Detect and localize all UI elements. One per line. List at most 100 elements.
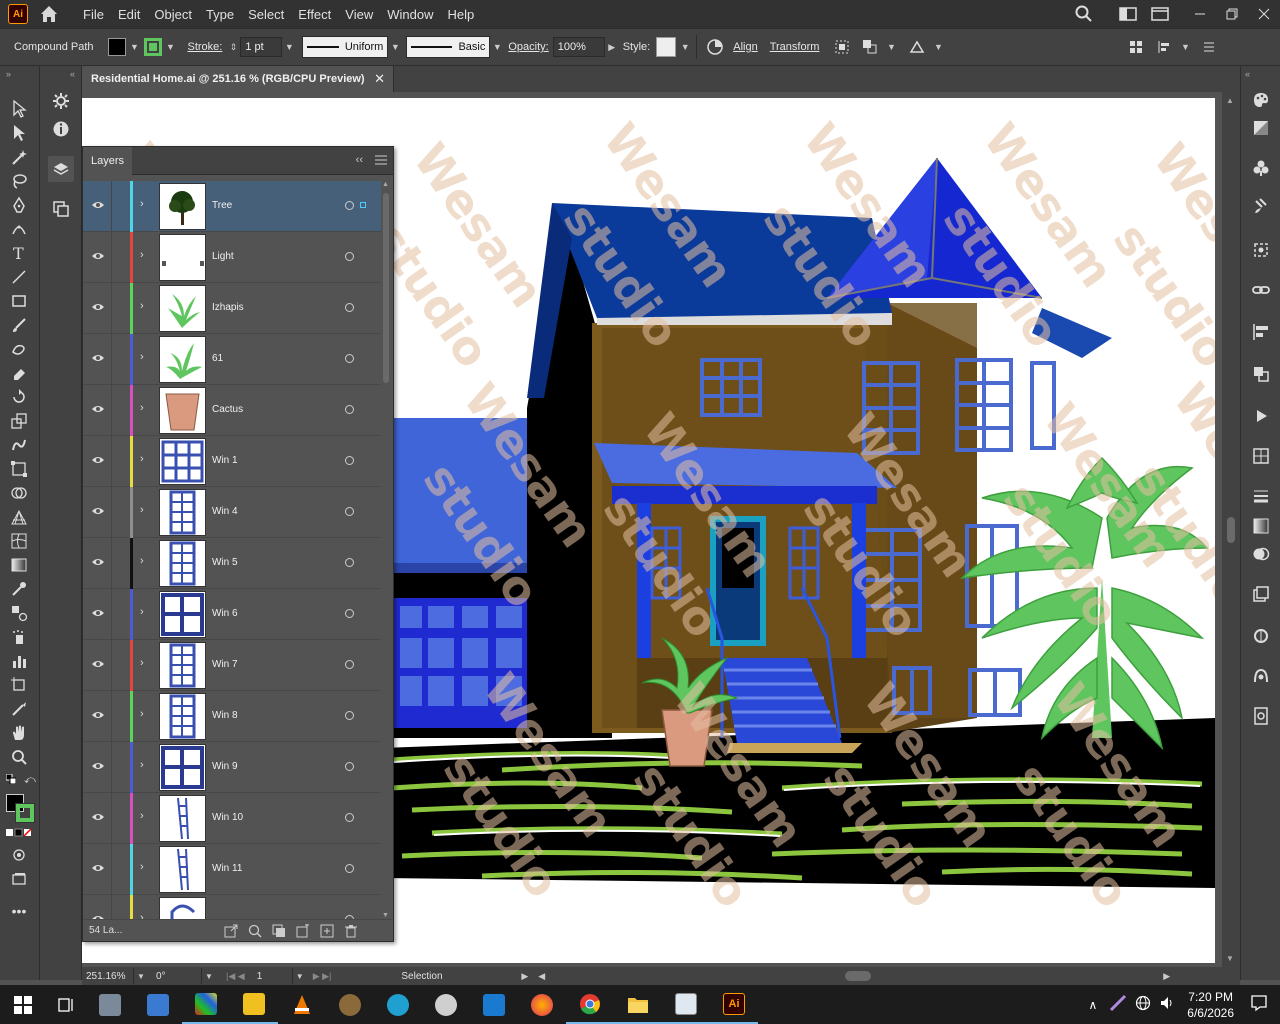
layers-panel-icon[interactable] bbox=[48, 156, 74, 182]
fill-swatch[interactable] bbox=[107, 38, 126, 56]
selection-indicator-icon[interactable] bbox=[360, 202, 366, 208]
target-icon[interactable] bbox=[345, 405, 354, 414]
target-icon[interactable] bbox=[345, 456, 354, 465]
chevron-right-icon[interactable]: › bbox=[140, 555, 150, 569]
menu-effect[interactable]: Effect bbox=[291, 7, 338, 22]
volume-icon[interactable] bbox=[1159, 995, 1175, 1014]
rotation-field[interactable]: 0° bbox=[152, 968, 202, 984]
layer-row[interactable]: › bbox=[83, 895, 381, 919]
new-layer-icon[interactable] bbox=[319, 923, 335, 939]
layer-row[interactable]: › Win 8 bbox=[83, 691, 381, 742]
stroke-swatch[interactable] bbox=[143, 38, 162, 56]
symbols-icon[interactable] bbox=[1251, 240, 1271, 260]
zoom-tool-icon[interactable] bbox=[8, 746, 30, 768]
artboard-nav-first-icon[interactable]: |◀ ◀ bbox=[226, 971, 245, 982]
chevron-right-icon[interactable]: › bbox=[140, 606, 150, 620]
selection-tool-icon[interactable] bbox=[8, 98, 30, 120]
target-icon[interactable] bbox=[345, 252, 354, 261]
layer-name[interactable]: Win 10 bbox=[212, 812, 243, 823]
visibility-eye-icon[interactable] bbox=[91, 249, 105, 263]
chevron-right-icon[interactable]: › bbox=[140, 657, 150, 671]
arrange-documents-icon[interactable] bbox=[1150, 4, 1170, 24]
document-info-icon[interactable] bbox=[1251, 706, 1271, 726]
artboard-number-field[interactable]: 1 bbox=[253, 968, 293, 984]
visibility-eye-icon[interactable] bbox=[91, 912, 105, 919]
layer-name[interactable]: Win 7 bbox=[212, 659, 238, 670]
minimize-icon[interactable] bbox=[1190, 4, 1210, 24]
app-vlc-icon[interactable] bbox=[278, 985, 326, 1024]
chevron-right-icon[interactable]: › bbox=[140, 249, 150, 263]
chevron-down-icon[interactable]: ▼ bbox=[282, 38, 296, 56]
layer-name[interactable]: Win 8 bbox=[212, 710, 238, 721]
transparency-icon[interactable] bbox=[1251, 544, 1271, 564]
gradient-tool-icon[interactable] bbox=[8, 554, 30, 576]
home-icon[interactable] bbox=[38, 3, 60, 25]
warp-tool-icon[interactable] bbox=[8, 434, 30, 456]
target-icon[interactable] bbox=[345, 711, 354, 720]
chevron-right-icon[interactable]: › bbox=[140, 300, 150, 314]
stroke-weight-field[interactable]: 1 pt bbox=[240, 37, 283, 57]
notifications-icon[interactable] bbox=[1250, 994, 1268, 1015]
properties-icon[interactable] bbox=[50, 90, 72, 112]
app-snipping-icon[interactable] bbox=[134, 985, 182, 1024]
target-icon[interactable] bbox=[345, 660, 354, 669]
app-player-icon[interactable] bbox=[230, 985, 278, 1024]
layer-name[interactable]: Win 11 bbox=[212, 863, 242, 874]
panel-menu-icon[interactable] bbox=[1198, 36, 1220, 58]
layers-scrollbar[interactable]: ▲ ▼ bbox=[381, 181, 391, 919]
chevron-right-icon[interactable]: › bbox=[140, 198, 150, 212]
layer-name[interactable]: 61 bbox=[212, 353, 223, 364]
distribute-icon[interactable] bbox=[1153, 36, 1175, 58]
graphic-styles-icon[interactable] bbox=[1251, 626, 1271, 646]
collapse-panel-icon[interactable]: ‹‹ bbox=[356, 154, 363, 166]
target-icon[interactable] bbox=[345, 864, 354, 873]
visibility-eye-icon[interactable] bbox=[91, 555, 105, 569]
gradient-panel-icon[interactable] bbox=[1251, 516, 1271, 536]
layer-row[interactable]: › Win 7 bbox=[83, 640, 381, 691]
paintbrush-tool-icon[interactable] bbox=[8, 314, 30, 336]
layer-row[interactable]: › Light bbox=[83, 232, 381, 283]
app-gimp-icon[interactable] bbox=[326, 985, 374, 1024]
status-menu-arrow-icon[interactable]: ▶ bbox=[521, 971, 528, 982]
menu-object[interactable]: Object bbox=[147, 7, 199, 22]
stroke-stepper-icon[interactable]: ⇕ bbox=[226, 38, 240, 56]
layer-row[interactable]: › Win 10 bbox=[83, 793, 381, 844]
layer-row[interactable]: › Win 6 bbox=[83, 589, 381, 640]
start-button[interactable] bbox=[0, 985, 46, 1024]
chevron-right-icon[interactable]: › bbox=[140, 351, 150, 365]
info-icon[interactable] bbox=[50, 118, 72, 140]
stroke-label[interactable]: Stroke: bbox=[188, 41, 223, 53]
layer-row[interactable]: › Win 9 bbox=[83, 742, 381, 793]
visibility-eye-icon[interactable] bbox=[91, 198, 105, 212]
lasso-tool-icon[interactable] bbox=[8, 170, 30, 192]
stroke-panel-icon[interactable] bbox=[1251, 486, 1271, 506]
locate-object-icon[interactable] bbox=[247, 923, 263, 939]
visibility-eye-icon[interactable] bbox=[91, 861, 105, 875]
visibility-eye-icon[interactable] bbox=[91, 504, 105, 518]
image-trace-icon[interactable] bbox=[1251, 666, 1271, 686]
app-photos-icon[interactable] bbox=[86, 985, 134, 1024]
close-tab-icon[interactable]: ✕ bbox=[374, 71, 385, 87]
opacity-label[interactable]: Opacity: bbox=[508, 41, 548, 53]
eraser-tool-icon[interactable] bbox=[8, 362, 30, 384]
visibility-eye-icon[interactable] bbox=[91, 657, 105, 671]
chevron-right-icon[interactable]: › bbox=[140, 759, 150, 773]
stroke-color-box[interactable] bbox=[16, 804, 34, 822]
chevron-down-icon[interactable]: ▼ bbox=[678, 38, 692, 56]
layer-name[interactable]: Win 6 bbox=[212, 608, 238, 619]
layer-name[interactable]: Win 9 bbox=[212, 761, 238, 772]
dock-collapse-icon[interactable]: « bbox=[70, 69, 75, 79]
layer-row[interactable]: › Win 1 bbox=[83, 436, 381, 487]
horizontal-scroll-thumb[interactable] bbox=[845, 971, 872, 981]
layer-row[interactable]: › Win 11 bbox=[83, 844, 381, 895]
menu-edit[interactable]: Edit bbox=[111, 7, 147, 22]
screen-mode-icon[interactable] bbox=[8, 868, 30, 890]
rotate-tool-icon[interactable] bbox=[8, 386, 30, 408]
document-tab[interactable]: Residential Home.ai @ 251.16 % (RGB/CPU … bbox=[82, 66, 394, 92]
links-icon[interactable] bbox=[1251, 280, 1271, 300]
artboard-tool-icon[interactable] bbox=[8, 674, 30, 696]
layers-tab[interactable]: Layers bbox=[83, 146, 133, 175]
visibility-eye-icon[interactable] bbox=[91, 300, 105, 314]
app-explorer-icon[interactable] bbox=[614, 985, 662, 1024]
visibility-eye-icon[interactable] bbox=[91, 606, 105, 620]
